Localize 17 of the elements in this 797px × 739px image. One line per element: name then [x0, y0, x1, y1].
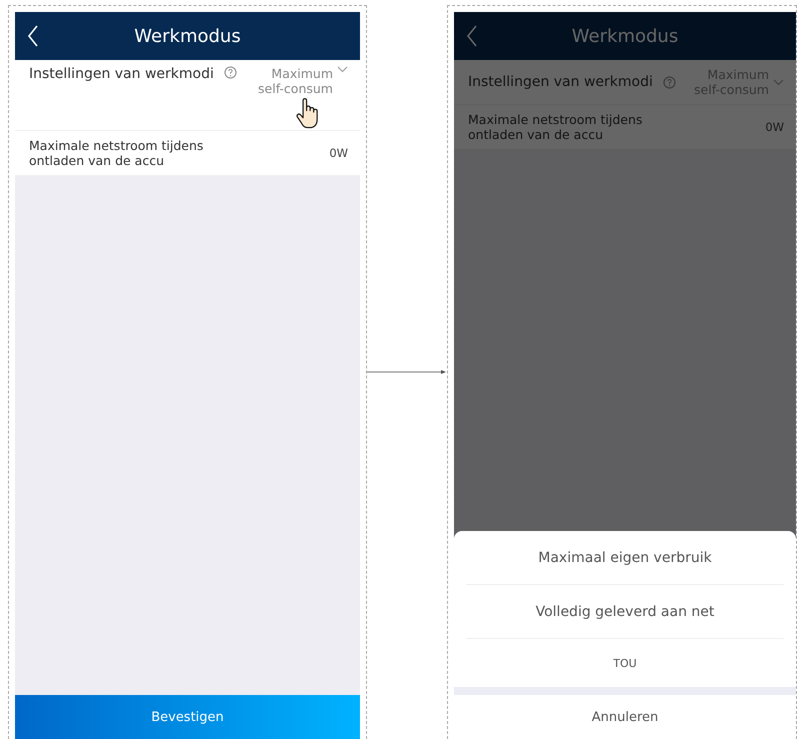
chevron-down-icon[interactable] — [337, 66, 348, 73]
setting-value: 0W — [329, 146, 348, 160]
chevron-down-icon[interactable] — [773, 78, 784, 86]
setting-row[interactable]: Instellingen van werkmodi Maximum self-consum — [15, 60, 360, 131]
setting-label: Maximale netstroom tijdens ontladen van de accu — [29, 138, 204, 168]
setting-value: 0W — [765, 120, 784, 134]
screen-title: Werkmodus — [134, 26, 241, 46]
back-icon[interactable] — [27, 25, 39, 47]
setting-row[interactable]: Maximale netstroom tijdens ontladen van de accu 0W — [15, 131, 360, 176]
setting-label: Instellingen van werkmodi — [468, 74, 653, 90]
screen-title: Werkmodus — [572, 26, 678, 46]
help-icon[interactable] — [662, 76, 676, 88]
setting-label: Maximale netstroom tijdens ontladen van de accu — [468, 112, 644, 142]
help-icon[interactable] — [224, 66, 237, 79]
confirm-button[interactable]: Bevestigen — [15, 695, 360, 739]
setting-value: Maximum self-consum — [257, 66, 333, 96]
setting-label: Instellingen van werkmodi — [29, 66, 214, 82]
